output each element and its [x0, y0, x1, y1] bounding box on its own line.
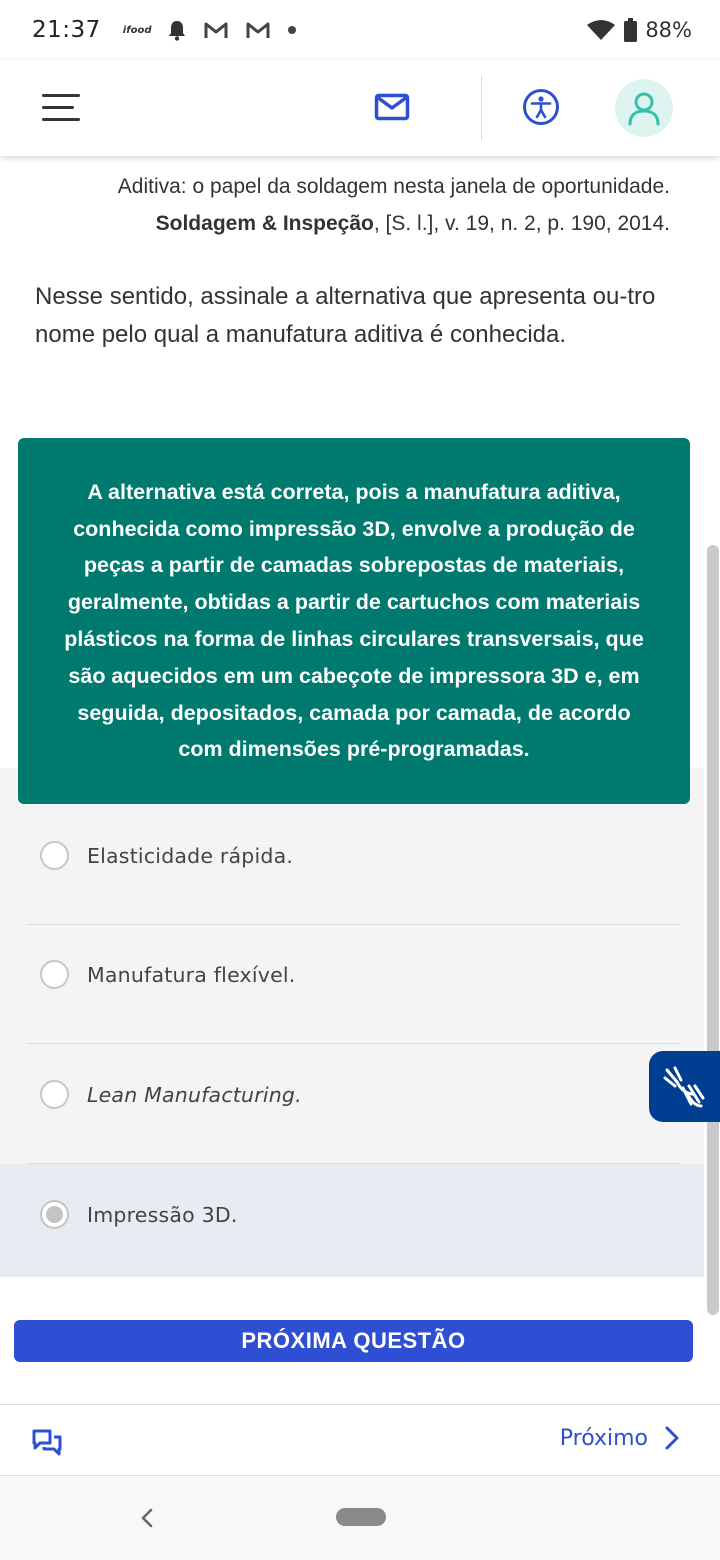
- notification-icons: ifood: [123, 19, 298, 41]
- citation-line2: Soldagem & Inspeção, [S. l.], v. 19, n. …: [40, 205, 670, 242]
- radio-dot: [46, 1206, 63, 1223]
- next-link-label: Próximo: [559, 1425, 648, 1451]
- option-label: Impressão 3D.: [87, 1202, 238, 1227]
- battery-percent: 88%: [645, 18, 692, 42]
- option-label: Elasticidade rápida.: [87, 843, 294, 868]
- gmail-icon: [204, 22, 228, 38]
- battery-icon: [624, 18, 638, 42]
- radio-button[interactable]: [40, 960, 69, 989]
- citation-details: , [S. l.], v. 19, n. 2, p. 190, 2014.: [373, 212, 670, 235]
- back-chevron-icon[interactable]: [136, 1503, 158, 1533]
- accessibility-icon[interactable]: [522, 88, 560, 126]
- ifood-icon: ifood: [122, 24, 152, 36]
- feedback-box: A alternativa está correta, pois a manuf…: [18, 438, 690, 804]
- citation: Aditiva: o papel da soldagem nesta janel…: [40, 168, 670, 242]
- mail-icon[interactable]: [374, 92, 410, 122]
- radio-button-selected[interactable]: [40, 1200, 69, 1229]
- user-icon: [628, 92, 660, 126]
- chat-icon[interactable]: [30, 1427, 64, 1459]
- next-link[interactable]: Próximo: [560, 1425, 680, 1451]
- status-time: 21:37: [32, 17, 101, 43]
- avatar[interactable]: [615, 79, 673, 137]
- sign-language-hands-icon: [663, 1066, 704, 1107]
- option-divider: [26, 1163, 681, 1164]
- app-bar-divider: [481, 76, 482, 140]
- option-label: Lean Manufacturing.: [87, 1082, 302, 1107]
- option-label: Manufatura flexível.: [87, 962, 296, 987]
- citation-source: Soldagem & Inspeção: [155, 212, 374, 235]
- home-pill-icon[interactable]: [336, 1508, 386, 1526]
- radio-button[interactable]: [40, 1080, 69, 1109]
- option-lean-manufacturing[interactable]: Lean Manufacturing.: [40, 1080, 302, 1109]
- option-manufatura-flexivel[interactable]: Manufatura flexível.: [40, 960, 296, 989]
- chevron-right-icon: [665, 1426, 679, 1450]
- sign-language-button[interactable]: [649, 1051, 720, 1122]
- next-question-button[interactable]: PRÓXIMA QUESTÃO: [14, 1320, 693, 1362]
- status-bar: 21:37 ifood 88%: [0, 0, 720, 60]
- citation-line1: Aditiva: o papel da soldagem nesta janel…: [117, 175, 670, 198]
- wifi-icon: [587, 20, 616, 40]
- bell-icon: [169, 21, 186, 41]
- option-divider: [26, 924, 681, 925]
- system-nav-bar: [0, 1477, 720, 1560]
- option-divider: [26, 1043, 681, 1044]
- dot-icon: [288, 26, 297, 34]
- scrollbar[interactable]: [707, 545, 719, 1315]
- feedback-text: A alternativa está correta, pois a manuf…: [64, 479, 644, 762]
- app-bar: [0, 60, 720, 156]
- option-elasticidade[interactable]: Elasticidade rápida.: [40, 841, 293, 870]
- radio-button[interactable]: [40, 841, 69, 870]
- gmail-icon: [246, 22, 270, 38]
- option-impressao-3d[interactable]: Impressão 3D.: [40, 1200, 238, 1229]
- menu-icon[interactable]: [42, 94, 82, 124]
- question-text: Nesse sentido, assinale a alternativa qu…: [35, 283, 656, 348]
- bottom-bar: Próximo: [0, 1404, 720, 1476]
- system-status: 88%: [586, 18, 692, 42]
